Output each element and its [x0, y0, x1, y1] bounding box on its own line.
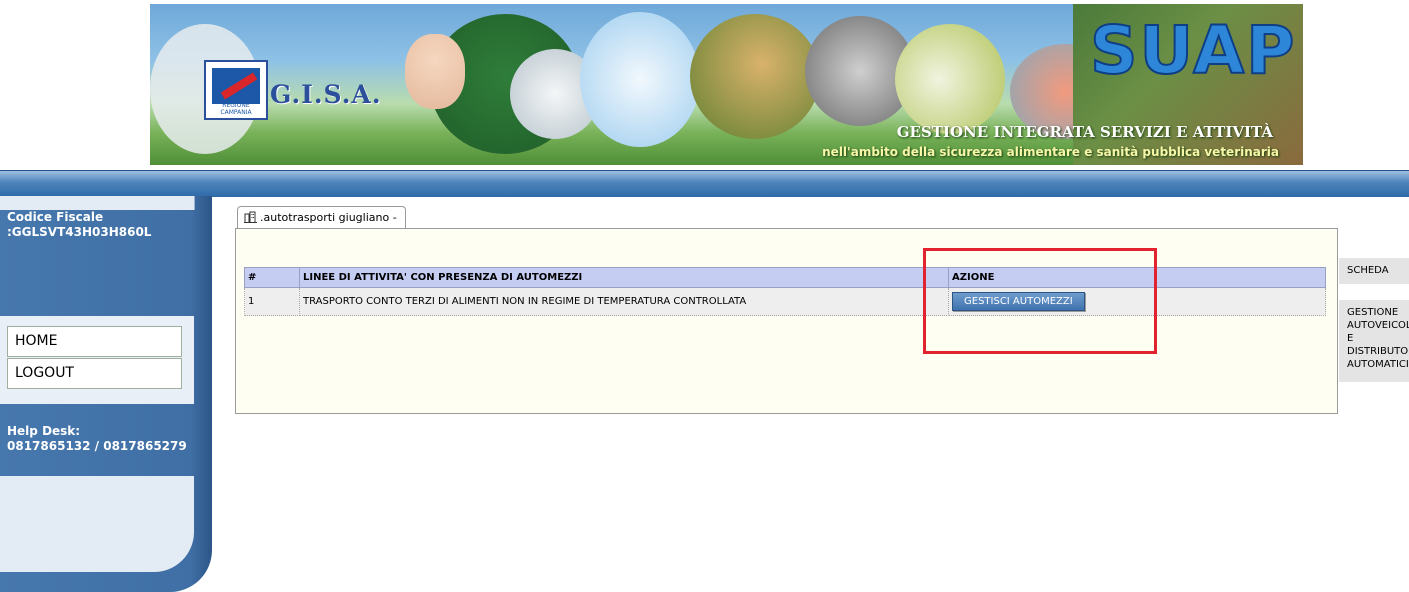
tab-label: .autotrasporti giugliano -	[260, 211, 397, 224]
sidebar-bottom-panel	[0, 476, 194, 572]
help-desk-numbers: 0817865132 / 0817865279	[7, 439, 187, 453]
gisa-logo-text: G.I.S.A.	[270, 80, 382, 109]
header-banner: REGIONE CAMPANIA G.I.S.A. SUAP GESTIONE …	[150, 4, 1303, 165]
gestisci-automezzi-button[interactable]: GESTISCI AUTOMEZZI	[952, 292, 1085, 311]
row-action-cell: GESTISCI AUTOMEZZI	[948, 287, 1326, 316]
table-row: 1 TRASPORTO CONTO TERZI DI ALIMENTI NON …	[244, 287, 1326, 316]
codice-fiscale-value: :GGLSVT43H03H860L	[7, 225, 152, 239]
codice-fiscale-label: Codice Fiscale	[7, 210, 104, 224]
help-desk-label: Help Desk:	[7, 424, 81, 438]
column-header-index: #	[244, 267, 300, 288]
help-desk: Help Desk: 0817865132 / 0817865279	[0, 424, 194, 454]
menu-item-logout[interactable]: LOGOUT	[7, 358, 182, 389]
top-navigation-bar	[0, 170, 1409, 197]
tab-scheda[interactable]: SCHEDA	[1339, 258, 1409, 284]
tab-gestione-autoveicoli[interactable]: GESTIONE AUTOVEICOLI E DISTRIBUTORI AUTO…	[1339, 300, 1409, 382]
banner-subtagline: nell'ambito della sicurezza alimentare e…	[822, 145, 1279, 159]
banner-tagline: GESTIONE INTEGRATA SERVIZI E ATTIVITÀ	[896, 123, 1273, 141]
activity-lines-table: # LINEE DI ATTIVITA' CON PRESENZA DI AUT…	[244, 267, 1326, 316]
tab-operator[interactable]: .autotrasporti giugliano -	[237, 206, 406, 228]
table-header-row: # LINEE DI ATTIVITA' CON PRESENZA DI AUT…	[244, 267, 1326, 288]
content-panel	[235, 228, 1338, 414]
sidebar-top-strip	[0, 196, 195, 210]
vegetables-image	[895, 24, 1005, 134]
building-icon	[244, 211, 257, 223]
suap-logo: SUAP	[1089, 11, 1297, 90]
puppy-image	[690, 14, 820, 139]
row-index: 1	[244, 287, 300, 316]
region-logo: REGIONE CAMPANIA	[204, 60, 268, 120]
water-glass-image	[580, 12, 700, 147]
user-info: Codice Fiscale :GGLSVT43H03H860L	[0, 210, 194, 310]
row-description: TRASPORTO CONTO TERZI DI ALIMENTI NON IN…	[299, 287, 949, 316]
baby-image	[405, 34, 465, 109]
column-header-activity: LINEE DI ATTIVITA' CON PRESENZA DI AUTOM…	[299, 267, 949, 288]
menu-item-home[interactable]: HOME	[7, 326, 182, 357]
column-header-action: AZIONE	[948, 267, 1326, 288]
